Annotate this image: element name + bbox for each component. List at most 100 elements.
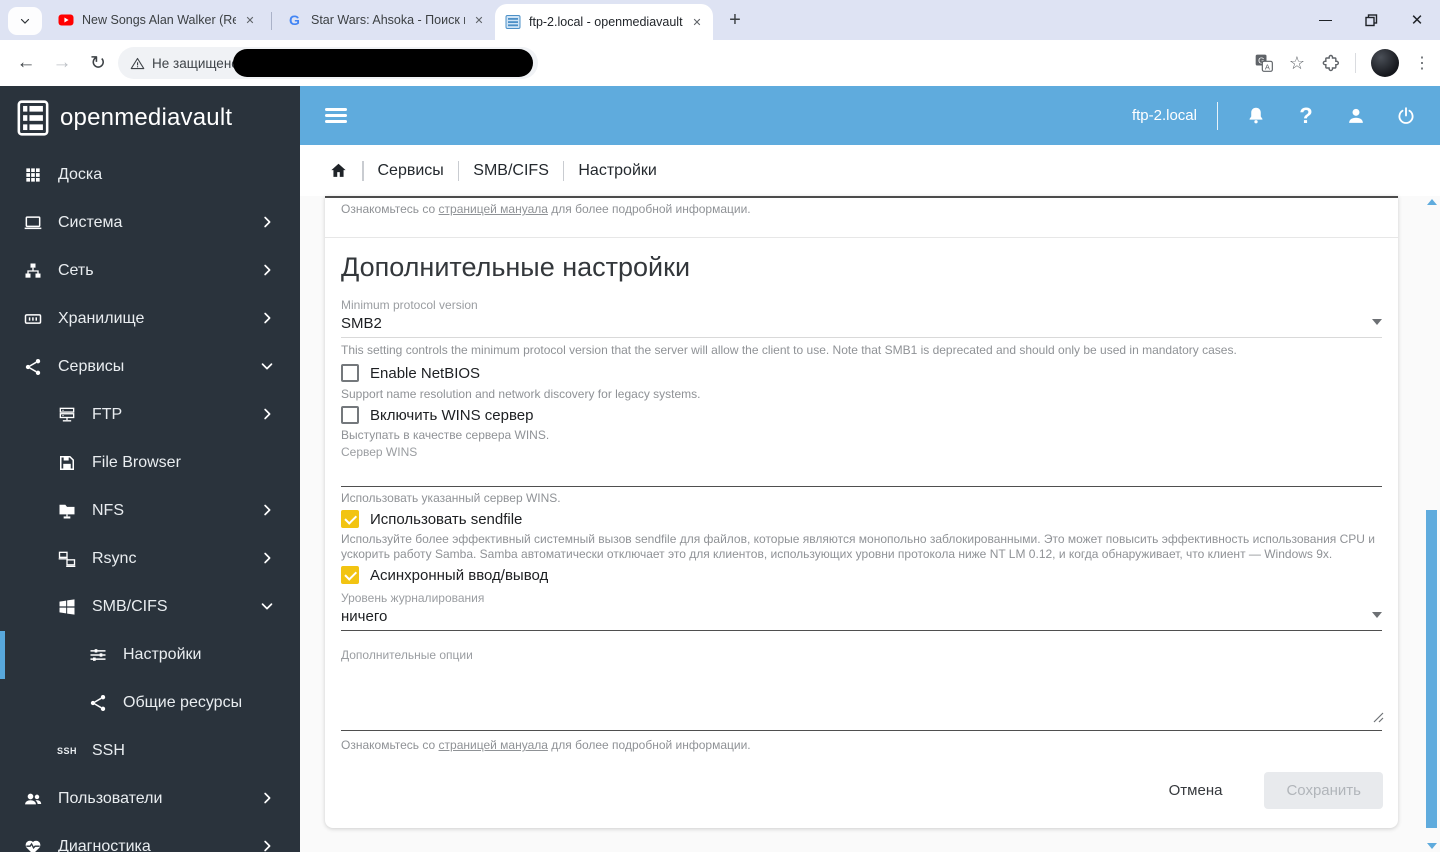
chevron-down-icon	[258, 357, 276, 375]
sidebar-item-label: Общие ресурсы	[123, 694, 243, 711]
min-protocol-hint: This setting controls the minimum protoc…	[341, 343, 1237, 357]
sidebar-item-services[interactable]: Сервисы	[0, 343, 300, 391]
topbar-separator	[1217, 101, 1218, 130]
extra-options-textarea[interactable]	[341, 664, 1382, 726]
sidebar-item-smb-settings[interactable]: Настройки	[0, 631, 300, 679]
back-button[interactable]: ←	[10, 47, 42, 79]
cancel-button[interactable]: Отмена	[1157, 774, 1235, 807]
forward-button[interactable]: →	[46, 47, 78, 79]
sidebar-item-system[interactable]: Система	[0, 199, 300, 247]
sidebar-item-rsync[interactable]: Rsync	[0, 535, 300, 583]
sidebar-item-nfs[interactable]: NFS	[0, 487, 300, 535]
services-share-icon	[21, 357, 45, 377]
sidebar-item-smb-cifs[interactable]: SMB/CIFS	[0, 583, 300, 631]
settings-form-card: Ознакомьтесь со страницей мануала для бо…	[325, 196, 1398, 828]
sidebar-item-storage[interactable]: Хранилище	[0, 295, 300, 343]
chevron-down-icon	[258, 597, 276, 615]
breadcrumb: Сервисы SMB/CIFS Настройки	[300, 145, 1440, 196]
sidebar-item-ssh[interactable]: SSH SSH	[0, 727, 300, 775]
netbios-checkbox[interactable]	[341, 364, 359, 382]
notifications-bell-icon[interactable]	[1236, 98, 1276, 134]
home-icon[interactable]	[329, 161, 348, 180]
select-dropdown-arrow-icon[interactable]	[1372, 612, 1382, 618]
wins-enable-checkbox[interactable]	[341, 406, 359, 424]
manual-hint-text: Ознакомьтесь со	[341, 738, 439, 752]
address-bar[interactable]: Не защищено	[118, 47, 538, 79]
manual-page-link[interactable]: страницей мануала	[439, 738, 548, 752]
sidebar-item-label: Rsync	[92, 550, 137, 567]
sidebar-item-label: Хранилище	[58, 310, 145, 327]
breadcrumb-item-settings[interactable]: Настройки	[578, 162, 656, 180]
tab-close-icon[interactable]: ✕	[471, 12, 487, 28]
aio-checkbox-row: Асинхронный ввод/вывод	[341, 566, 548, 584]
file-browser-icon	[55, 453, 79, 473]
scrollbar-up-arrow-icon[interactable]	[1427, 199, 1437, 205]
tab-search-button[interactable]	[8, 7, 42, 35]
browser-menu-icon[interactable]: ⋮	[1414, 53, 1430, 73]
tab-openmediavault-active[interactable]: ftp-2.local - openmediavault W ✕	[495, 4, 713, 40]
new-tab-button[interactable]: +	[721, 6, 749, 34]
loglevel-select[interactable]: ничего	[341, 608, 387, 625]
window-minimize-button[interactable]	[1302, 0, 1348, 40]
hamburger-menu-icon[interactable]	[325, 104, 347, 126]
network-icon	[21, 261, 45, 281]
sidebar-nav: Доска Система Сеть Хранилище Сервисы FTP…	[0, 151, 300, 852]
power-icon[interactable]	[1386, 98, 1426, 134]
sendfile-label: Использовать sendfile	[370, 510, 523, 528]
reload-button[interactable]: ↻	[82, 47, 114, 79]
breadcrumb-separator	[457, 160, 460, 181]
chevron-right-icon	[258, 309, 276, 327]
min-protocol-select[interactable]: SMB2	[341, 315, 382, 332]
security-label[interactable]: Не защищено	[152, 56, 239, 71]
user-menu-icon[interactable]	[1336, 98, 1376, 134]
scrollbar-down-arrow-icon[interactable]	[1427, 843, 1437, 849]
tab-close-icon[interactable]: ✕	[689, 14, 705, 30]
aio-checkbox[interactable]	[341, 566, 359, 584]
app-topbar: ftp-2.local ?	[300, 86, 1440, 145]
select-dropdown-arrow-icon[interactable]	[1372, 319, 1382, 325]
bookmark-star-icon[interactable]: ☆	[1289, 53, 1305, 74]
chevron-right-icon	[258, 405, 276, 423]
sidebar-item-label: SSH	[92, 742, 125, 759]
window-restore-button[interactable]	[1348, 0, 1394, 40]
sidebar-item-dashboard[interactable]: Доска	[0, 151, 300, 199]
scrollbar-thumb[interactable]	[1426, 510, 1437, 828]
manual-page-link[interactable]: страницей мануала	[439, 202, 548, 216]
window-close-button[interactable]: ✕	[1394, 0, 1440, 40]
ftp-server-icon	[55, 405, 79, 425]
field-underline	[341, 630, 1382, 631]
close-icon: ✕	[1410, 12, 1424, 29]
sidebar: openmediavault Доска Система Сеть Хранил…	[0, 86, 300, 852]
sidebar-item-label: Доска	[58, 166, 103, 183]
tab-title: ftp-2.local - openmediavault W	[529, 15, 683, 29]
browser-toolbar: ← → ↻ Не защищено	[0, 40, 1440, 86]
form-footer: Отмена Сохранить	[341, 768, 1383, 812]
section-title: Дополнительные настройки	[341, 252, 691, 282]
breadcrumb-separator	[362, 160, 364, 181]
sidebar-item-ftp[interactable]: FTP	[0, 391, 300, 439]
tab-close-icon[interactable]: ✕	[242, 12, 258, 28]
openmediavault-icon	[505, 15, 521, 29]
breadcrumb-item-smb[interactable]: SMB/CIFS	[473, 162, 549, 180]
sidebar-item-smb-shares[interactable]: Общие ресурсы	[0, 679, 300, 727]
rsync-icon	[55, 549, 79, 569]
translate-icon[interactable]: GA	[1254, 53, 1274, 73]
sidebar-item-users[interactable]: Пользователи	[0, 775, 300, 823]
sidebar-item-diagnostics[interactable]: Диагностика	[0, 823, 300, 852]
extensions-puzzle-icon[interactable]	[1320, 53, 1340, 73]
help-icon[interactable]: ?	[1286, 98, 1326, 134]
save-button[interactable]: Сохранить	[1264, 771, 1383, 809]
breadcrumb-item-services[interactable]: Сервисы	[378, 162, 444, 180]
page-scrollbar[interactable]	[1423, 196, 1439, 852]
tab-youtube[interactable]: New Songs Alan Walker (Remix ✕	[48, 4, 266, 36]
textarea-resize-handle[interactable]	[1373, 712, 1384, 723]
sendfile-checkbox[interactable]	[341, 510, 359, 528]
sidebar-item-network[interactable]: Сеть	[0, 247, 300, 295]
hostname-label: ftp-2.local	[1131, 107, 1197, 124]
wins-server-input[interactable]	[341, 462, 1382, 484]
netbios-checkbox-row: Enable NetBIOS	[341, 364, 480, 382]
sidebar-item-file-browser[interactable]: File Browser	[0, 439, 300, 487]
sendfile-checkbox-row: Использовать sendfile	[341, 510, 522, 528]
tab-google-search[interactable]: G Star Wars: Ahsoka - Поиск в Go ✕	[277, 4, 495, 36]
profile-avatar[interactable]	[1371, 49, 1399, 77]
